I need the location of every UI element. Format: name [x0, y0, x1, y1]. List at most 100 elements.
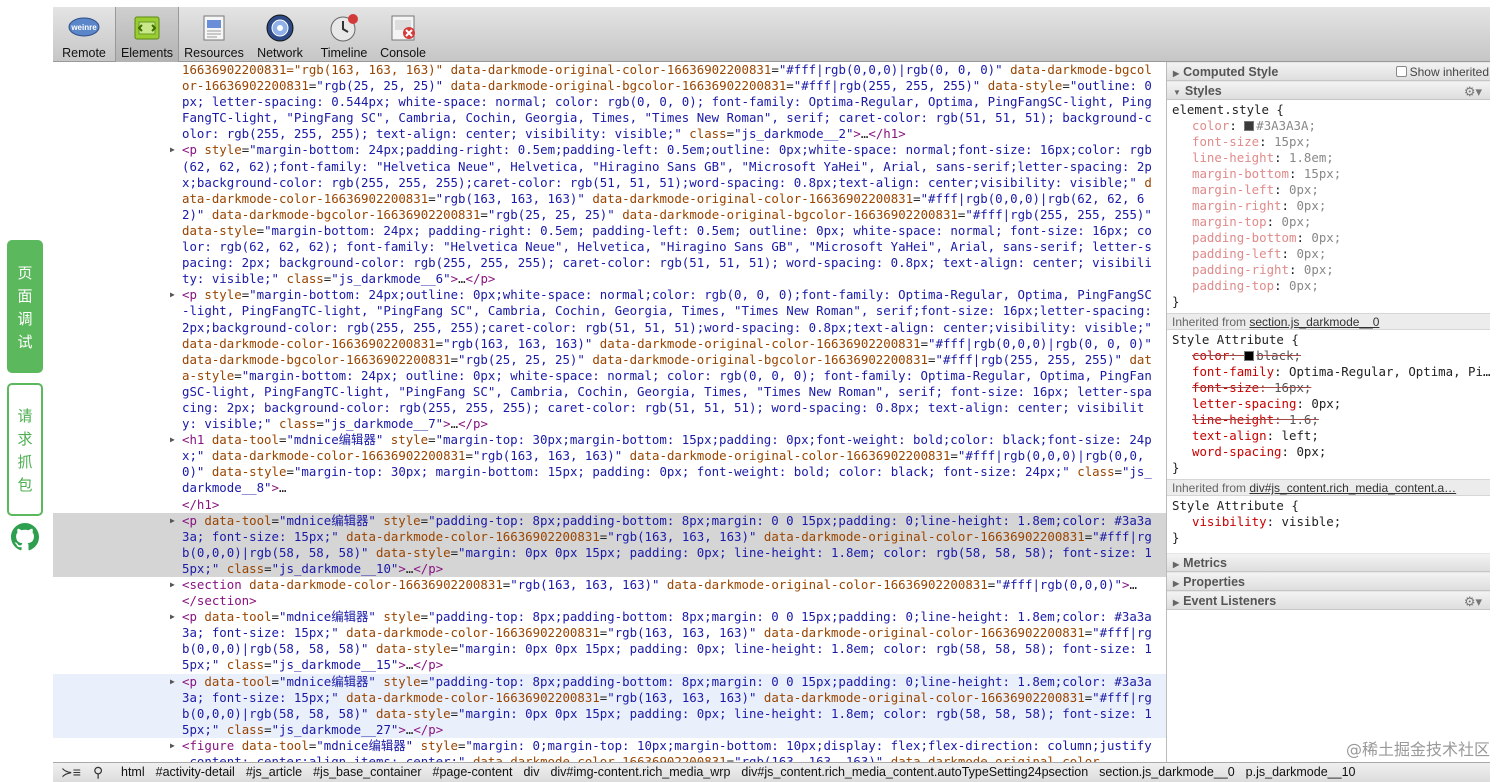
text-token: =: [928, 351, 936, 367]
request-capture-tab[interactable]: 请求抓包: [7, 383, 43, 516]
dom-node[interactable]: ▶ <p data-tool="mdnice编辑器" style="padding…: [53, 609, 1166, 673]
styles-header[interactable]: ▼ Styles ⚙▾: [1167, 81, 1490, 100]
style-property[interactable]: visibility: visible;: [1172, 514, 1490, 530]
property-name: line-height: [1192, 150, 1275, 165]
style-property[interactable]: font-family: Optima-Regular, Optima, Pi…: [1172, 364, 1490, 380]
inherited-from-div: Inherited from div#js_content.rich_media…: [1167, 479, 1490, 496]
properties-header[interactable]: ▶ Properties: [1167, 572, 1490, 591]
search-icon[interactable]: ⚲: [93, 763, 103, 782]
text-token: =: [271, 512, 279, 528]
dom-node[interactable]: 16636902200831="rgb(163, 163, 163)" data…: [53, 62, 1166, 142]
collapse-arrow-icon: ▼: [1173, 88, 1181, 97]
breadcrumb-item[interactable]: #js_article: [246, 765, 302, 779]
attr-value: "#fff|rgb(255, 255, 255)": [965, 206, 1152, 222]
breadcrumb-item[interactable]: div#js_content.rich_media_content.autoTy…: [741, 765, 1088, 779]
page-debug-tab[interactable]: 页面调试: [7, 240, 43, 373]
attr-name: class: [226, 560, 265, 576]
toolbar-timeline[interactable]: Timeline: [312, 7, 376, 62]
expand-triangle-icon[interactable]: ▶: [170, 513, 175, 529]
style-property[interactable]: padding-left: 0px;: [1172, 246, 1490, 262]
style-property[interactable]: margin-top: 0px;: [1172, 214, 1490, 230]
metrics-header[interactable]: ▶ Metrics: [1167, 553, 1490, 572]
expand-triangle-icon[interactable]: ▶: [170, 142, 175, 158]
breadcrumb-item[interactable]: #js_base_container: [313, 765, 421, 779]
toolbar-console[interactable]: Console: [376, 7, 430, 62]
expand-triangle-icon[interactable]: ▶: [170, 432, 175, 448]
metrics-label: Metrics: [1183, 556, 1227, 570]
style-property[interactable]: color: #3A3A3A;: [1172, 118, 1490, 134]
breadcrumb-item[interactable]: #activity-detail: [156, 765, 235, 779]
style-property[interactable]: padding-top: 0px;: [1172, 278, 1490, 294]
toolbar-network[interactable]: Network: [248, 7, 312, 62]
toolbar-remote[interactable]: weinre Remote: [53, 7, 115, 62]
color-swatch[interactable]: [1244, 121, 1255, 131]
attr-value: "margin-top: 30px; margin-bottom: 15px; …: [293, 464, 1070, 480]
network-icon: [266, 14, 294, 42]
breadcrumb-item[interactable]: p.js_darkmode__10: [1246, 765, 1356, 779]
inherited-section-link[interactable]: section.js_darkmode__0: [1249, 315, 1379, 329]
style-property[interactable]: letter-spacing: 0px;: [1172, 396, 1490, 412]
attr-name: data-darkmode-original-color-16636902200…: [666, 577, 988, 592]
dom-node[interactable]: ▶ <p data-tool="mdnice编辑器" style="padding…: [53, 673, 1166, 738]
breadcrumb-item[interactable]: div#img-content.rich_media_wrp: [550, 765, 730, 779]
property-value: visible;: [1281, 514, 1342, 529]
computed-style-header[interactable]: ▶ Computed Style Show inherited: [1167, 62, 1490, 81]
text-token: =: [450, 351, 459, 367]
gear-icon[interactable]: ⚙▾: [1464, 593, 1482, 611]
attr-name: data-darkmode-original-color-16636902200…: [763, 625, 1085, 641]
expand-triangle-icon[interactable]: ▶: [170, 577, 175, 593]
inherited-div-link[interactable]: div#js_content.rich_media_content.a…: [1249, 481, 1456, 495]
style-property[interactable]: padding-right: 0px;: [1172, 262, 1490, 278]
expand-triangle-icon[interactable]: ▶: [170, 674, 175, 690]
tag-token: </h1>: [868, 126, 906, 142]
event-listeners-header[interactable]: ▶ Event Listeners ⚙▾: [1167, 591, 1490, 610]
style-property[interactable]: line-height: 1.6;: [1172, 412, 1490, 428]
style-property[interactable]: font-size: 16px;: [1172, 380, 1490, 396]
dom-node[interactable]: ▶ <section data-darkmode-color-1663690220…: [53, 577, 1166, 609]
toolbar-resources[interactable]: Resources: [180, 7, 248, 62]
style-property[interactable]: margin-bottom: 15px;: [1172, 166, 1490, 182]
style-property[interactable]: margin-left: 0px;: [1172, 182, 1490, 198]
dom-node-selected[interactable]: ▶ <p data-tool="mdnice编辑器" style="padding…: [53, 512, 1166, 577]
text-token: =: [726, 754, 735, 762]
dom-node[interactable]: ▶ <p style="margin-bottom: 24px;padding-r…: [53, 142, 1166, 287]
style-property[interactable]: font-size: 15px;: [1172, 134, 1490, 150]
style-property[interactable]: word-spacing: 0px;: [1172, 444, 1490, 460]
expand-triangle-icon[interactable]: ▶: [170, 738, 175, 754]
github-icon[interactable]: [11, 523, 39, 551]
toolbar-elements[interactable]: Elements: [115, 7, 179, 62]
attr-value: "rgb(163, 163, 163)": [435, 190, 585, 206]
style-attribute-selector: Style Attribute {: [1172, 498, 1299, 513]
elements-dom-tree[interactable]: 16636902200831="rgb(163, 163, 163)" data…: [53, 62, 1166, 762]
text-token: =: [271, 609, 279, 625]
attr-name: 16636902200831="rgb(163, 163, 163)": [182, 62, 451, 77]
style-property[interactable]: line-height: 1.8em;: [1172, 150, 1490, 166]
show-inherited-checkbox[interactable]: Show inherited: [1395, 63, 1489, 81]
breadcrumb-item[interactable]: div: [523, 765, 539, 779]
dom-node[interactable]: ▶ <h1 data-tool="mdnice编辑器" style="margin…: [53, 432, 1166, 512]
text-token: …: [458, 271, 466, 287]
console-toggle-icon[interactable]: ≻≡: [61, 763, 81, 782]
breadcrumb-item[interactable]: section.js_darkmode__0: [1099, 765, 1235, 779]
style-property[interactable]: text-align: left;: [1172, 428, 1490, 444]
dom-node[interactable]: ▶ <figure data-tool="mdnice编辑器" style="ma…: [53, 738, 1166, 762]
style-property[interactable]: color: black;: [1172, 348, 1490, 364]
color-swatch[interactable]: [1244, 351, 1255, 361]
dom-node[interactable]: ▶ <p style="margin-bottom: 24px;outline: …: [53, 287, 1166, 432]
gear-icon[interactable]: ⚙▾: [1464, 83, 1482, 101]
expand-triangle-icon[interactable]: ▶: [170, 287, 175, 303]
attr-name: style: [204, 142, 242, 158]
breadcrumb-item[interactable]: html: [121, 765, 145, 779]
text-token: =: [256, 222, 265, 238]
style-property[interactable]: margin-right: 0px;: [1172, 198, 1490, 214]
style-property[interactable]: padding-bottom: 0px;: [1172, 230, 1490, 246]
expand-triangle-icon[interactable]: ▶: [170, 609, 175, 625]
toolbar-elements-label: Elements: [120, 46, 174, 60]
breadcrumb-item[interactable]: #page-content: [433, 765, 513, 779]
text-token: =: [450, 544, 459, 560]
devtools-panel: weinre Remote Elements Resources Network…: [53, 7, 1490, 782]
toolbar-remote-label: Remote: [62, 46, 106, 60]
